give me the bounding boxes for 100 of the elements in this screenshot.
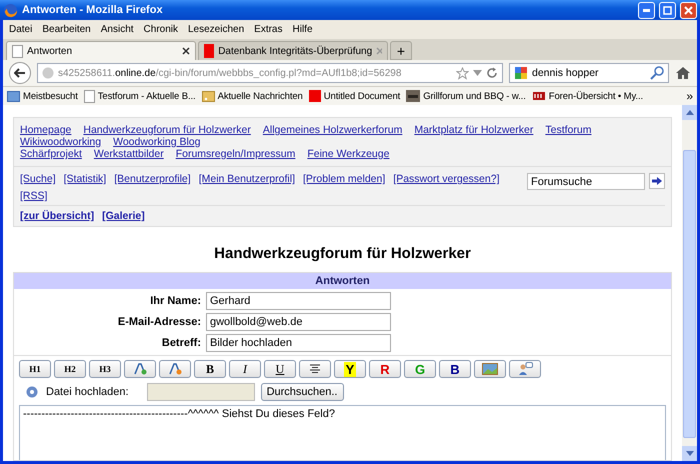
browser-tab[interactable]: Antworten [6, 41, 196, 60]
close-button[interactable] [680, 2, 697, 18]
bookmark-item[interactable]: Grillforum und BBQ - w... [423, 90, 526, 102]
tool-link[interactable]: [Benutzerprofile] [114, 173, 191, 185]
new-tab-button[interactable]: + [390, 41, 412, 60]
scroll-down-icon[interactable] [686, 451, 694, 456]
bold-button[interactable]: B [194, 360, 226, 378]
menu-item[interactable]: Hilfe [292, 24, 313, 35]
forum-link[interactable]: Woodworking Blog [113, 136, 200, 148]
browse-button[interactable]: Durchsuchen.. [260, 383, 344, 401]
bookmark-item[interactable]: Testforum - Aktuelle B... [98, 90, 196, 102]
heading-button[interactable]: H2 [54, 360, 86, 378]
search-engine-icon[interactable] [514, 66, 528, 80]
menu-item[interactable]: Ansicht [100, 24, 134, 35]
message-textarea[interactable]: ---------------------------------------------^^^^^^ Siehst Du dieses Feld? [19, 405, 666, 460]
grill-icon [406, 90, 420, 102]
menu-item[interactable]: Extras [254, 24, 282, 35]
underline-button[interactable]: U [264, 360, 296, 378]
close-tab-icon[interactable] [182, 47, 190, 55]
forum-link[interactable]: Allgemeines Holzwerkerforum [262, 124, 402, 136]
italic-button[interactable]: I [229, 360, 261, 378]
field-label: Betreff: [160, 337, 201, 349]
forum-link[interactable]: Wikiwoodworking [20, 136, 102, 148]
scroll-thumb[interactable] [683, 150, 696, 438]
close-icon [684, 6, 693, 14]
fontbg-button[interactable] [159, 360, 191, 378]
bookmark-item[interactable]: Foren-Übersicht • My... [548, 90, 644, 102]
font-highlight-icon [168, 363, 182, 375]
bookmark-item[interactable]: Aktuelle Nachrichten [218, 90, 303, 102]
menu-item[interactable]: Lesezeichen [188, 24, 244, 35]
heading-button[interactable]: H1 [19, 360, 51, 378]
feed-folder-icon [202, 90, 215, 102]
forum-link[interactable]: Forumsregeln/Impressum [176, 148, 296, 160]
heading-button[interactable]: H3 [89, 360, 121, 378]
search-submit-button[interactable] [649, 173, 665, 189]
logo-icon [532, 90, 546, 102]
more-bookmarks-button[interactable]: » [686, 89, 693, 103]
menu-item[interactable]: Datei [9, 24, 32, 35]
image-button[interactable] [474, 360, 506, 378]
forum-search-field[interactable]: Forumsuche [527, 173, 645, 190]
window-title: Antworten - Mozilla Firefox [22, 4, 164, 16]
user-comment-icon [517, 362, 533, 376]
browser-tab[interactable]: Datenbank Integritäts-Überprüfung [198, 41, 388, 60]
tool-link[interactable]: [Suche] [20, 173, 56, 185]
fontcolor-button[interactable] [124, 360, 156, 378]
upload-label: Datei hochladen: [46, 386, 129, 398]
scrollbar[interactable] [682, 105, 697, 461]
section-link[interactable]: [zur Übersicht] [20, 210, 94, 222]
search-icon[interactable] [650, 66, 664, 80]
tab-label: Antworten [27, 46, 74, 56]
user-button[interactable] [509, 360, 541, 378]
menu-item[interactable]: Chronik [144, 24, 178, 35]
field-label: E-Mail-Adresse: [116, 316, 201, 328]
font-color-icon [133, 363, 147, 375]
file-path-field[interactable] [146, 383, 255, 401]
menu-item[interactable]: Bearbeiten [42, 24, 91, 35]
text-color-button[interactable]: R [369, 360, 401, 378]
bookmark-item[interactable]: Untitled Document [324, 90, 400, 102]
home-icon[interactable] [675, 66, 691, 80]
tool-link[interactable]: [Mein Benutzerprofil] [198, 173, 295, 185]
tool-link[interactable]: [Statistik] [64, 173, 106, 185]
tool-link[interactable]: [Problem melden] [302, 173, 386, 185]
search-bar[interactable]: dennis hopper [509, 63, 669, 83]
back-arrow-icon [14, 68, 26, 78]
help-icon[interactable] [26, 386, 38, 398]
back-button[interactable] [9, 62, 31, 84]
reload-icon[interactable] [486, 67, 498, 79]
scroll-up-icon[interactable] [686, 110, 694, 115]
tool-link[interactable]: [RSS] [20, 190, 48, 202]
site-favicon-icon [308, 90, 321, 102]
forum-link[interactable]: Testforum [545, 124, 592, 136]
address-bar[interactable]: s425258611.online.de/cgi-bin/forum/webbbs_config.pl?md=AUfl1b8;id=56298 [37, 63, 503, 83]
image-icon [482, 363, 498, 375]
align-center-icon [309, 364, 321, 374]
highlight-button[interactable]: Y [334, 360, 366, 378]
text-color-button[interactable]: B [439, 360, 471, 378]
tool-link[interactable]: [Passwort vergessen?] [393, 173, 500, 185]
dropdown-icon[interactable] [473, 70, 482, 76]
highlight-label: Y [344, 362, 356, 376]
maximize-button[interactable] [659, 2, 676, 18]
section-link[interactable]: [Galerie] [102, 210, 145, 222]
forum-link[interactable]: Marktplatz für Holzwerker [414, 124, 534, 136]
form-header: Antworten [14, 273, 671, 289]
forum-link[interactable]: Feine Werkzeuge [307, 148, 390, 160]
globe-icon [42, 67, 54, 79]
forum-link[interactable]: Homepage [20, 124, 72, 136]
minimize-button[interactable] [638, 2, 655, 18]
minimize-icon [643, 8, 650, 12]
input-field[interactable]: gwollbold@web.de [206, 313, 391, 331]
star-icon[interactable] [456, 66, 469, 80]
input-field[interactable]: Gerhard [206, 292, 391, 310]
forum-link[interactable]: Handwerkzeugforum für Holzwerker [83, 124, 251, 136]
forum-link[interactable]: Werkstattbilder [94, 148, 164, 160]
input-field[interactable]: Bilder hochladen [206, 334, 391, 352]
page-icon [84, 90, 95, 102]
forum-link[interactable]: Schärfprojekt [20, 148, 82, 160]
bookmark-item[interactable]: Meistbesucht [23, 90, 78, 102]
url-text: s425258611.online.de/cgi-bin/forum/webbbs_config.pl?md=AUfl1b8;id=56298 [58, 68, 402, 78]
page-icon [12, 44, 23, 58]
align-button[interactable] [299, 360, 331, 378]
